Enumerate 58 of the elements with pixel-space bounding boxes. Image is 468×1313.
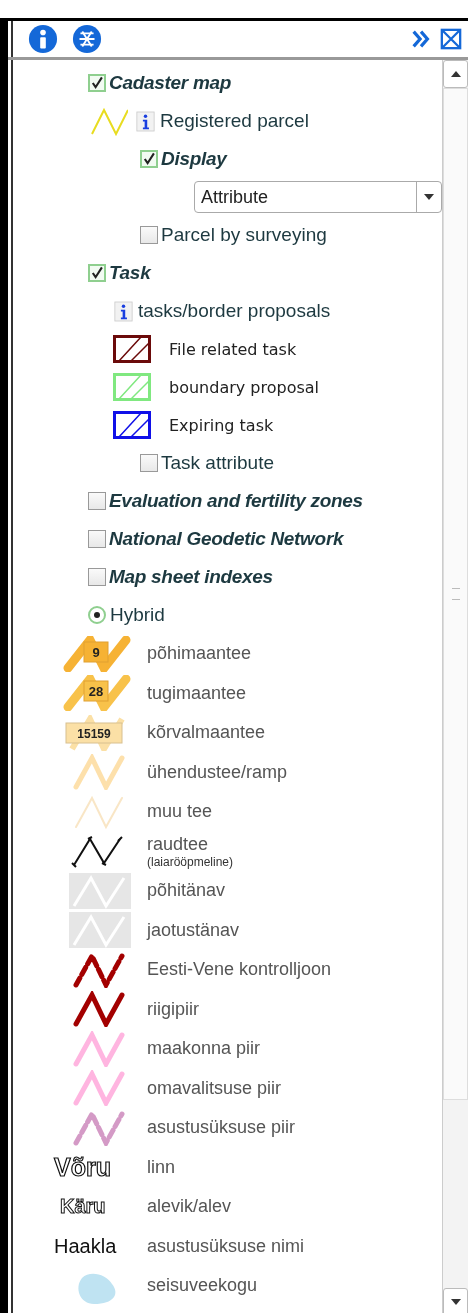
legend-label: muu tee [147,801,213,823]
legend-label: asustusüksuse piir [147,1117,296,1139]
legend-label: asustusüksuse nimi [147,1235,305,1257]
scroll-down-button[interactable] [443,1288,468,1313]
legend-label: kõrvalmaantee [147,722,266,744]
checkbox[interactable] [140,150,158,168]
checkbox[interactable] [88,492,106,510]
info-icon[interactable] [28,24,58,54]
legend-label: põhimaantee [147,643,252,665]
legend-label: maakonna piir [147,1038,261,1060]
checkbox[interactable] [88,264,106,282]
legend-label: tugimaantee [147,682,247,704]
attribute-dropdown[interactable]: Attribute [194,181,442,213]
legend-note: (laiarööpmeline) [147,854,234,869]
legend-label: jaotustänav [147,919,240,941]
layer-label: tasks/border proposals [138,300,331,322]
layer-label: Task [109,262,151,284]
layer-label: Parcel by surveying [161,224,327,246]
legend-label: File related task [169,339,297,359]
checkbox[interactable] [88,530,106,548]
layer-label: Evaluation and fertility zones [109,490,363,512]
legend-label: omavalitsuse piir [147,1077,282,1099]
layers-icon[interactable] [72,24,102,54]
legend-label: seisuveekogu [147,1275,258,1297]
place-name-sample: Haakla [54,1234,117,1258]
scrollbar[interactable] [442,60,468,1313]
layer-label: Task attribute [161,452,274,474]
close-icon[interactable] [440,28,462,50]
double-chevron-icon[interactable] [410,28,432,50]
legend-label: boundary proposal [169,377,320,397]
caret-icon [424,194,434,200]
legend-label: raudtee [147,833,210,855]
layer-label: Hybrid [110,604,165,626]
info-icon[interactable] [114,300,133,322]
radio-button[interactable] [88,606,106,624]
legend-label: Expiring task [169,415,274,435]
town-sample: Käru [60,1195,106,1219]
scroll-up-button[interactable] [443,60,468,88]
checkbox[interactable] [140,454,158,472]
scroll-thumb[interactable] [443,88,468,1100]
checkbox[interactable] [140,226,158,244]
layer-label: Map sheet indexes [109,566,273,588]
layer-label: Display [161,148,227,170]
checkbox[interactable] [88,568,106,586]
info-icon[interactable] [136,110,155,132]
legend-label: põhitänav [147,880,226,902]
checkbox[interactable] [88,74,106,92]
legend-label: alevik/alev [147,1196,232,1218]
up-triangle-icon [450,71,461,77]
legend-label: Eesti-Vene kontrolljoon [147,959,332,981]
legend-label: ühendustee/ramp [147,761,288,783]
legend-label: linn [147,1156,176,1178]
town-sample: Võru [54,1152,111,1182]
layer-label: Registered parcel [160,110,309,132]
layer-label: Cadaster map [109,72,232,94]
legend-label: riigipiir [147,998,199,1020]
down-triangle-icon [450,1299,461,1305]
layer-label: National Geodetic Network [109,528,344,550]
